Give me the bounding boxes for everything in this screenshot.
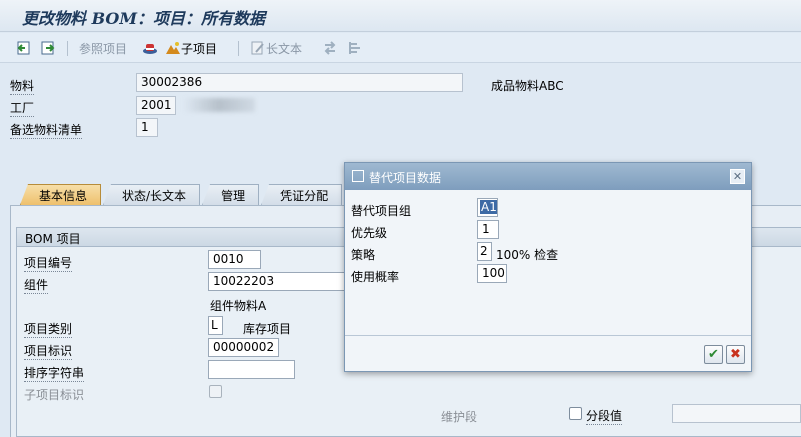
usage-probability-field[interactable]: 100 (477, 264, 507, 283)
usage-probability-label: 使用概率 (351, 270, 400, 284)
material-field[interactable]: 30002386 (136, 73, 463, 92)
swap-icon (322, 40, 338, 56)
longtext-button[interactable]: 长文本 (250, 38, 302, 58)
alt-group-value: A1 (480, 200, 497, 214)
toolbar-separator (67, 41, 68, 56)
item-number-label: 项目编号 (24, 256, 73, 272)
subitem-id-label: 子项目标识 (24, 388, 85, 402)
next-item-button[interactable] (40, 38, 56, 58)
tab-basic-data[interactable]: 基本信息 (20, 184, 102, 205)
alternative-item-dialog: 替代项目数据 ✕ 替代项目组 A1 优先级 1 策略 2 100% 检查 使用概… (344, 162, 752, 372)
maintenance-section-label: 维护段 (441, 410, 478, 424)
item-category-description: 库存项目 (243, 322, 292, 336)
dialog-divider (345, 335, 751, 336)
structure-icon (347, 40, 363, 56)
item-number-field[interactable]: 0010 (208, 250, 261, 269)
sort-string-field[interactable] (208, 360, 295, 379)
confirm-button[interactable]: ✔ (704, 345, 723, 364)
edit-document-icon (250, 40, 266, 56)
cancel-icon: ✖ (730, 347, 741, 362)
sort-string-label: 排序字符串 (24, 366, 85, 382)
segment-value-checkbox[interactable] (569, 407, 582, 420)
strategy-description: 100% 检查 (496, 248, 559, 262)
subitem-label: 子项目 (181, 41, 218, 56)
item-category-label: 项目类别 (24, 322, 73, 338)
component-label: 组件 (24, 278, 49, 294)
cancel-button[interactable]: ✖ (726, 345, 745, 364)
subitem-icon (165, 40, 181, 56)
segment-value-field[interactable] (672, 404, 801, 423)
page-title: 更改物料 BOM：项目：所有数据 (22, 9, 266, 28)
tab-status-longtext[interactable]: 状态/长文本 (103, 184, 201, 205)
alt-group-label: 替代项目组 (351, 204, 412, 218)
item-id-field[interactable]: 00000002 (208, 338, 279, 357)
check-icon: ✔ (708, 347, 719, 362)
reference-item-button[interactable]: 参照项目 (79, 38, 127, 58)
alternative-bom-field[interactable]: 1 (136, 118, 158, 137)
priority-label: 优先级 (351, 226, 388, 240)
application-toolbar: 参照项目 子项目 长文本 (0, 33, 801, 63)
toolbar-separator (238, 41, 239, 56)
cap-button[interactable] (142, 38, 158, 58)
subitem-button[interactable]: 子项目 (165, 38, 217, 58)
subitem-id-checkbox[interactable] (209, 385, 222, 398)
structure-button[interactable] (347, 38, 363, 58)
plant-field[interactable]: 2001 (136, 96, 176, 115)
tab-strip: 基本信息 状态/长文本 管理 凭证分配 (20, 184, 344, 205)
prev-page-icon (16, 40, 32, 56)
title-bar: 更改物料 BOM：项目：所有数据 (0, 0, 801, 32)
tab-document-assignment[interactable]: 凭证分配 (261, 184, 343, 205)
plant-description (183, 98, 255, 112)
item-id-label: 项目标识 (24, 344, 73, 360)
component-description: 组件物料A (210, 299, 267, 313)
previous-item-button[interactable] (16, 38, 32, 58)
close-icon[interactable]: ✕ (730, 169, 745, 184)
item-category-field[interactable]: L (208, 316, 223, 335)
alt-group-field[interactable]: A1 (477, 198, 498, 217)
longtext-label: 长文本 (266, 41, 303, 56)
material-description: 成品物料ABC (491, 79, 564, 93)
strategy-label: 策略 (351, 248, 376, 262)
hat-icon (142, 40, 158, 56)
dialog-title: 替代项目数据 (369, 171, 442, 185)
group-title: BOM 项目 (25, 232, 81, 246)
component-field[interactable]: 10022203 (208, 272, 348, 291)
alternative-bom-label: 备选物料清单 (10, 123, 83, 139)
dialog-window-icon (352, 170, 364, 182)
dialog-header: 替代项目数据 ✕ (345, 163, 751, 190)
next-page-icon (40, 40, 56, 56)
priority-field[interactable]: 1 (477, 220, 499, 239)
reference-item-label: 参照项目 (79, 41, 128, 56)
plant-label: 工厂 (10, 101, 35, 117)
material-label: 物料 (10, 79, 35, 95)
substitute-button[interactable] (322, 38, 338, 58)
tab-administration[interactable]: 管理 (202, 184, 260, 205)
strategy-field[interactable]: 2 (477, 242, 492, 261)
segment-value-label: 分段值 (586, 409, 623, 425)
